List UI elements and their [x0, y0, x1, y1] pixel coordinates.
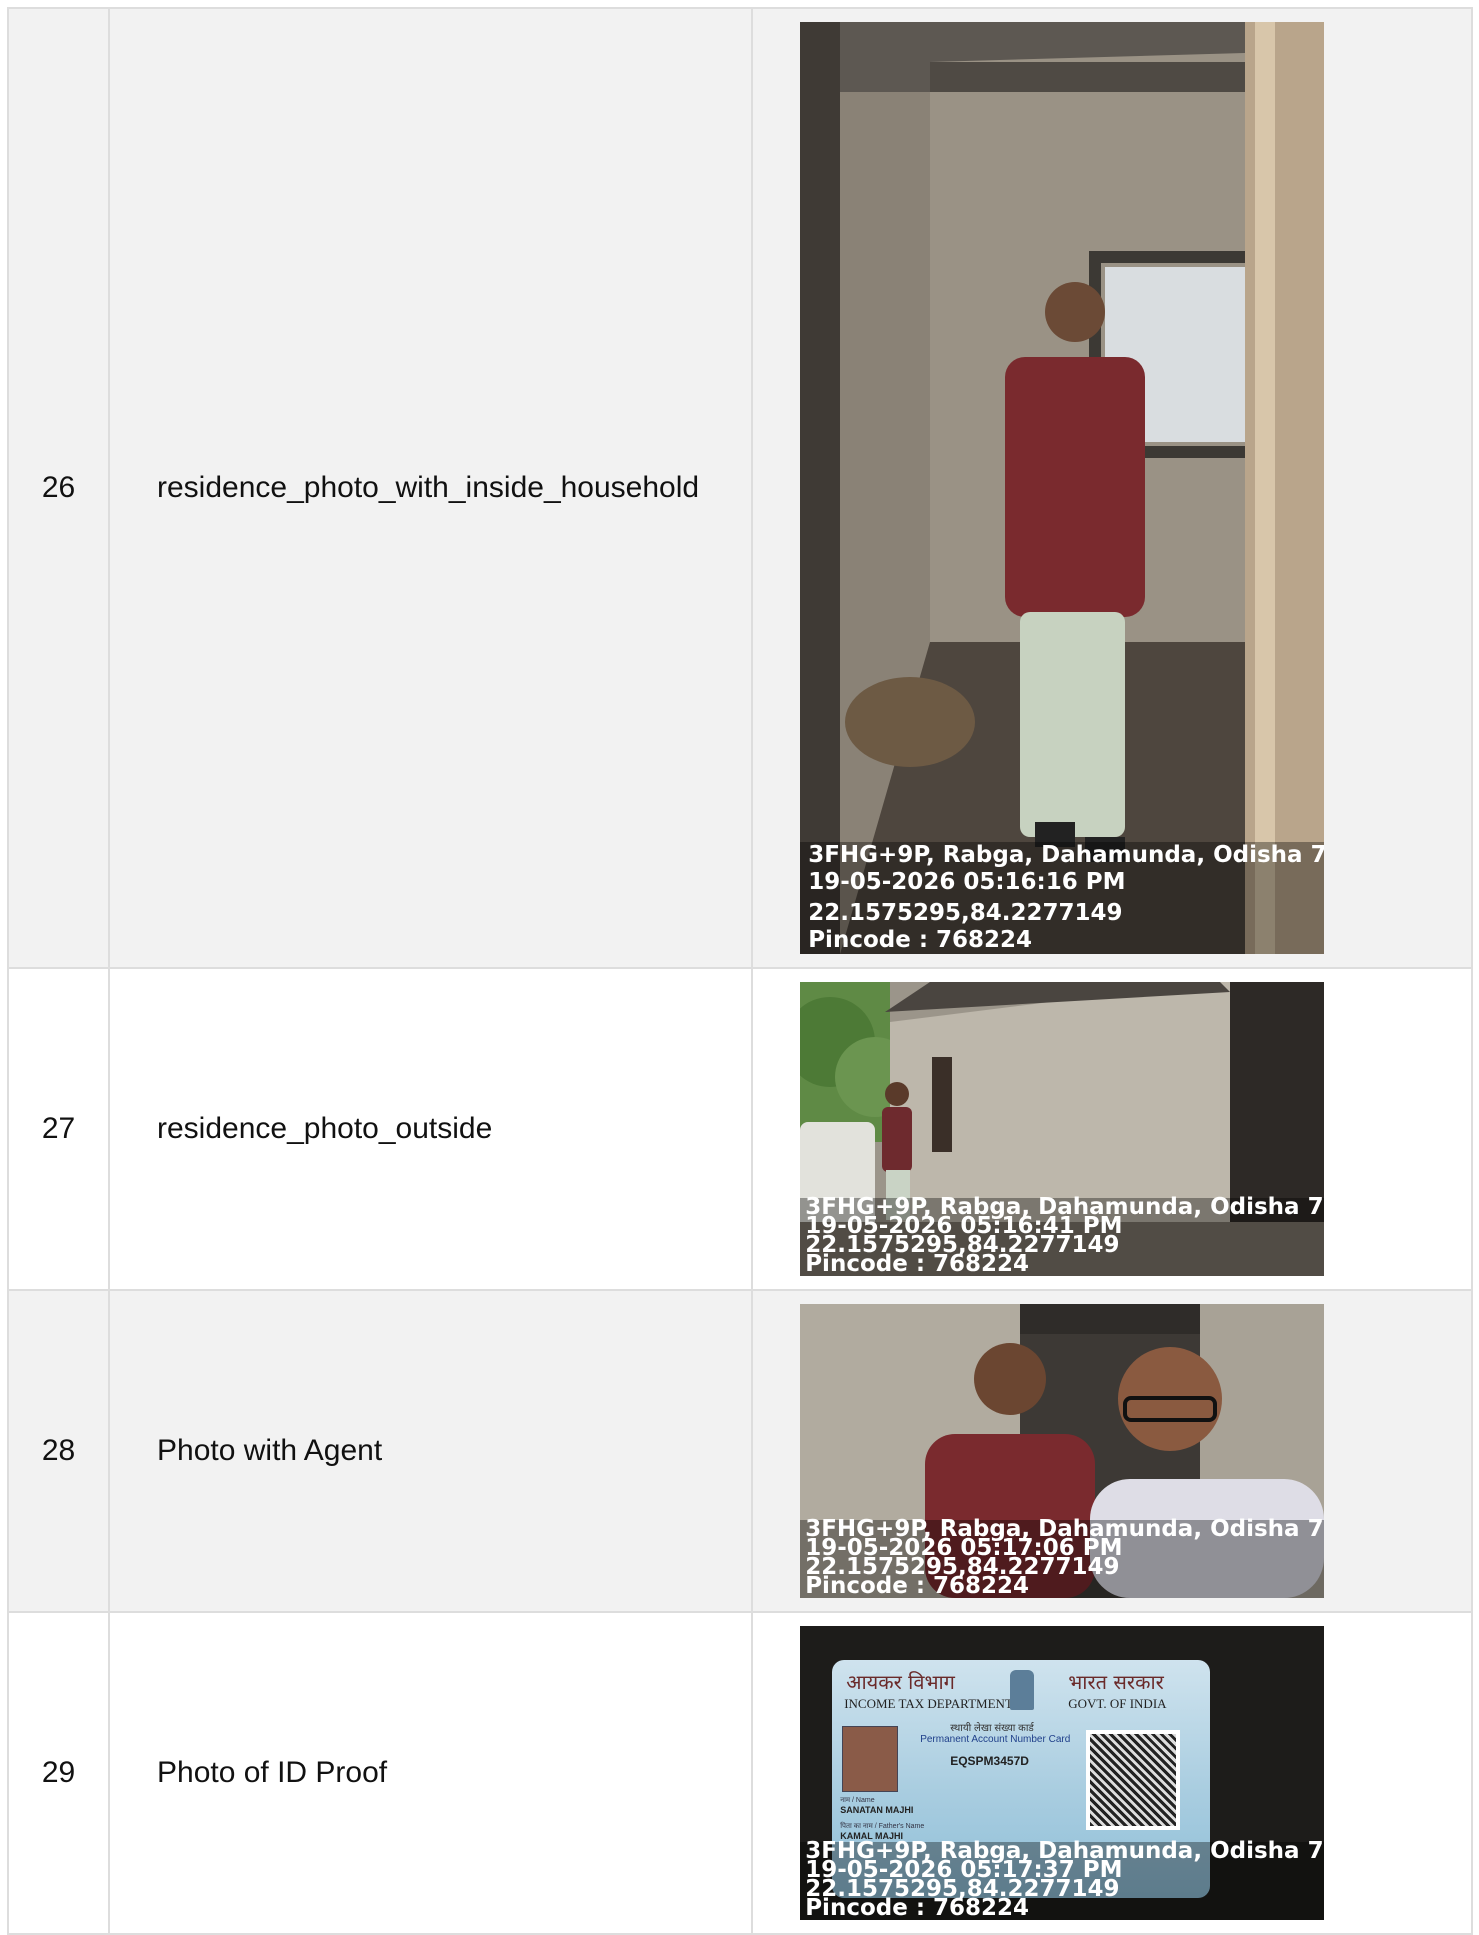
holder-name: SANATAN MAJHI: [840, 1805, 914, 1815]
row-number: 26: [7, 7, 110, 969]
geotag-overlay: 3FHG+9P, Rabga, Dahamunda, Odisha 76822 …: [800, 1196, 1325, 1276]
geotag-pincode: Pincode : 768224: [808, 927, 1033, 953]
photo-with-agent: 3FHG+9P, Rabga, Dahamunda, Odisha 76822 …: [800, 1304, 1325, 1598]
table-row: 28 Photo with Agent 3FHG+9P, Rabga, Daha…: [7, 1289, 1473, 1613]
pan-number: EQSPM3457D: [950, 1754, 1029, 1768]
row-label: residence_photo_with_inside_household: [107, 7, 754, 969]
residence-inside-photo: 3FHG+9P, Rabga, Dahamunda, Odisha 76822 …: [800, 22, 1325, 954]
geotag-datetime: 19-05-2026 05:16:16 PM: [808, 869, 1126, 895]
geotag-address: 3FHG+9P, Rabga, Dahamunda, Odisha 76822: [808, 842, 1325, 868]
geotag-coordinates: 22.1575295,84.2277149: [808, 900, 1123, 926]
emblem-icon: [1010, 1670, 1035, 1710]
card-govt-english: GOVT. OF INDIA: [1068, 1696, 1167, 1711]
father-label: पिता का नाम / Father's Name: [840, 1823, 925, 1830]
card-govt-hindi: भारत सरकार: [1068, 1670, 1164, 1694]
row-number: 29: [7, 1611, 110, 1935]
card-type-hindi: स्थायी लेखा संख्या कार्ड: [950, 1723, 1034, 1734]
name-label: नाम / Name: [840, 1797, 875, 1804]
holder-photo: [842, 1726, 899, 1792]
row-label: Photo with Agent: [107, 1289, 754, 1613]
photo-cell: 3FHG+9P, Rabga, Dahamunda, Odisha 76822 …: [751, 967, 1473, 1291]
row-label: residence_photo_outside: [107, 967, 754, 1291]
room-interior-image: [800, 22, 1325, 954]
card-dept-hindi: आयकर विभाग: [846, 1670, 955, 1694]
photo-cell: आयकर विभाग INCOME TAX DEPARTMENT भारत सर…: [751, 1611, 1473, 1935]
id-proof-photo: आयकर विभाग INCOME TAX DEPARTMENT भारत सर…: [800, 1626, 1325, 1920]
geotag-overlay: 3FHG+9P, Rabga, Dahamunda, Odisha 76822 …: [800, 1518, 1325, 1598]
table-row: 27 residence_photo_outside 3FHG+9P, Rabg…: [7, 967, 1473, 1291]
geotag-overlay: 3FHG+9P, Rabga, Dahamunda, Odisha 76822 …: [800, 1840, 1325, 1920]
photo-cell: 3FHG+9P, Rabga, Dahamunda, Odisha 76822 …: [751, 1289, 1473, 1613]
row-number: 27: [7, 967, 110, 1291]
table-row: 29 Photo of ID Proof आयकर विभाग INCOME T…: [7, 1611, 1473, 1935]
geotag-overlay: 3FHG+9P, Rabga, Dahamunda, Odisha 76822 …: [800, 842, 1325, 954]
table-row: 26 residence_photo_with_inside_household: [7, 7, 1473, 969]
row-label: Photo of ID Proof: [107, 1611, 754, 1935]
card-type-english: Permanent Account Number Card: [920, 1734, 1071, 1745]
photo-cell: 3FHG+9P, Rabga, Dahamunda, Odisha 76822 …: [751, 7, 1473, 969]
qr-code: [1086, 1730, 1181, 1830]
residence-outside-photo: 3FHG+9P, Rabga, Dahamunda, Odisha 76822 …: [800, 982, 1325, 1276]
card-dept-english: INCOME TAX DEPARTMENT: [844, 1696, 1013, 1711]
row-number: 28: [7, 1289, 110, 1613]
